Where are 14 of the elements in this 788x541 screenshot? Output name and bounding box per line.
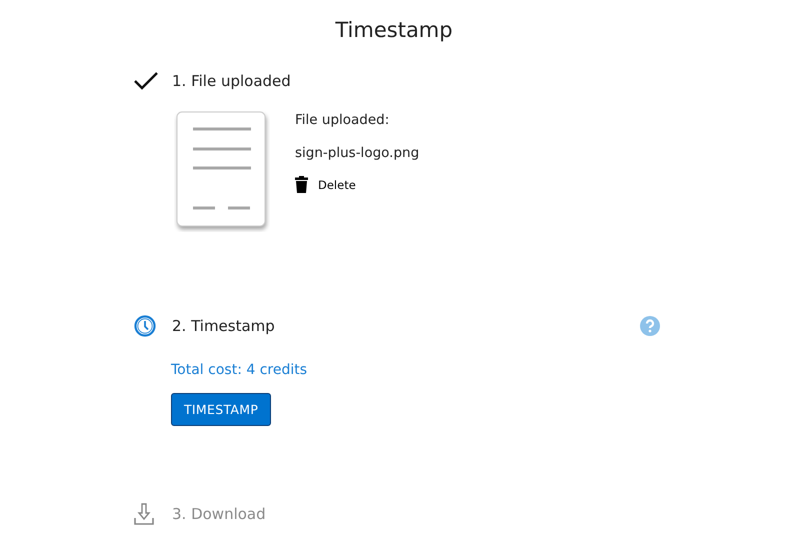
step-title: 1. File uploaded — [172, 72, 291, 90]
help-icon[interactable] — [640, 316, 660, 336]
trash-icon — [295, 176, 308, 193]
page-title: Timestamp — [334, 17, 454, 43]
file-name: sign-plus-logo.png — [295, 144, 420, 163]
clock-icon — [134, 315, 156, 337]
download-icon — [134, 503, 154, 525]
file-heading: File uploaded: — [295, 111, 390, 130]
timestamp-button[interactable]: TIMESTAMP — [171, 393, 272, 426]
step-title: 3. Download — [172, 505, 266, 523]
delete-button[interactable]: Delete — [295, 176, 356, 193]
cost-text: Total cost: 4 credits — [171, 361, 308, 379]
step-title: 2. Timestamp — [172, 317, 275, 335]
check-icon — [134, 72, 158, 90]
